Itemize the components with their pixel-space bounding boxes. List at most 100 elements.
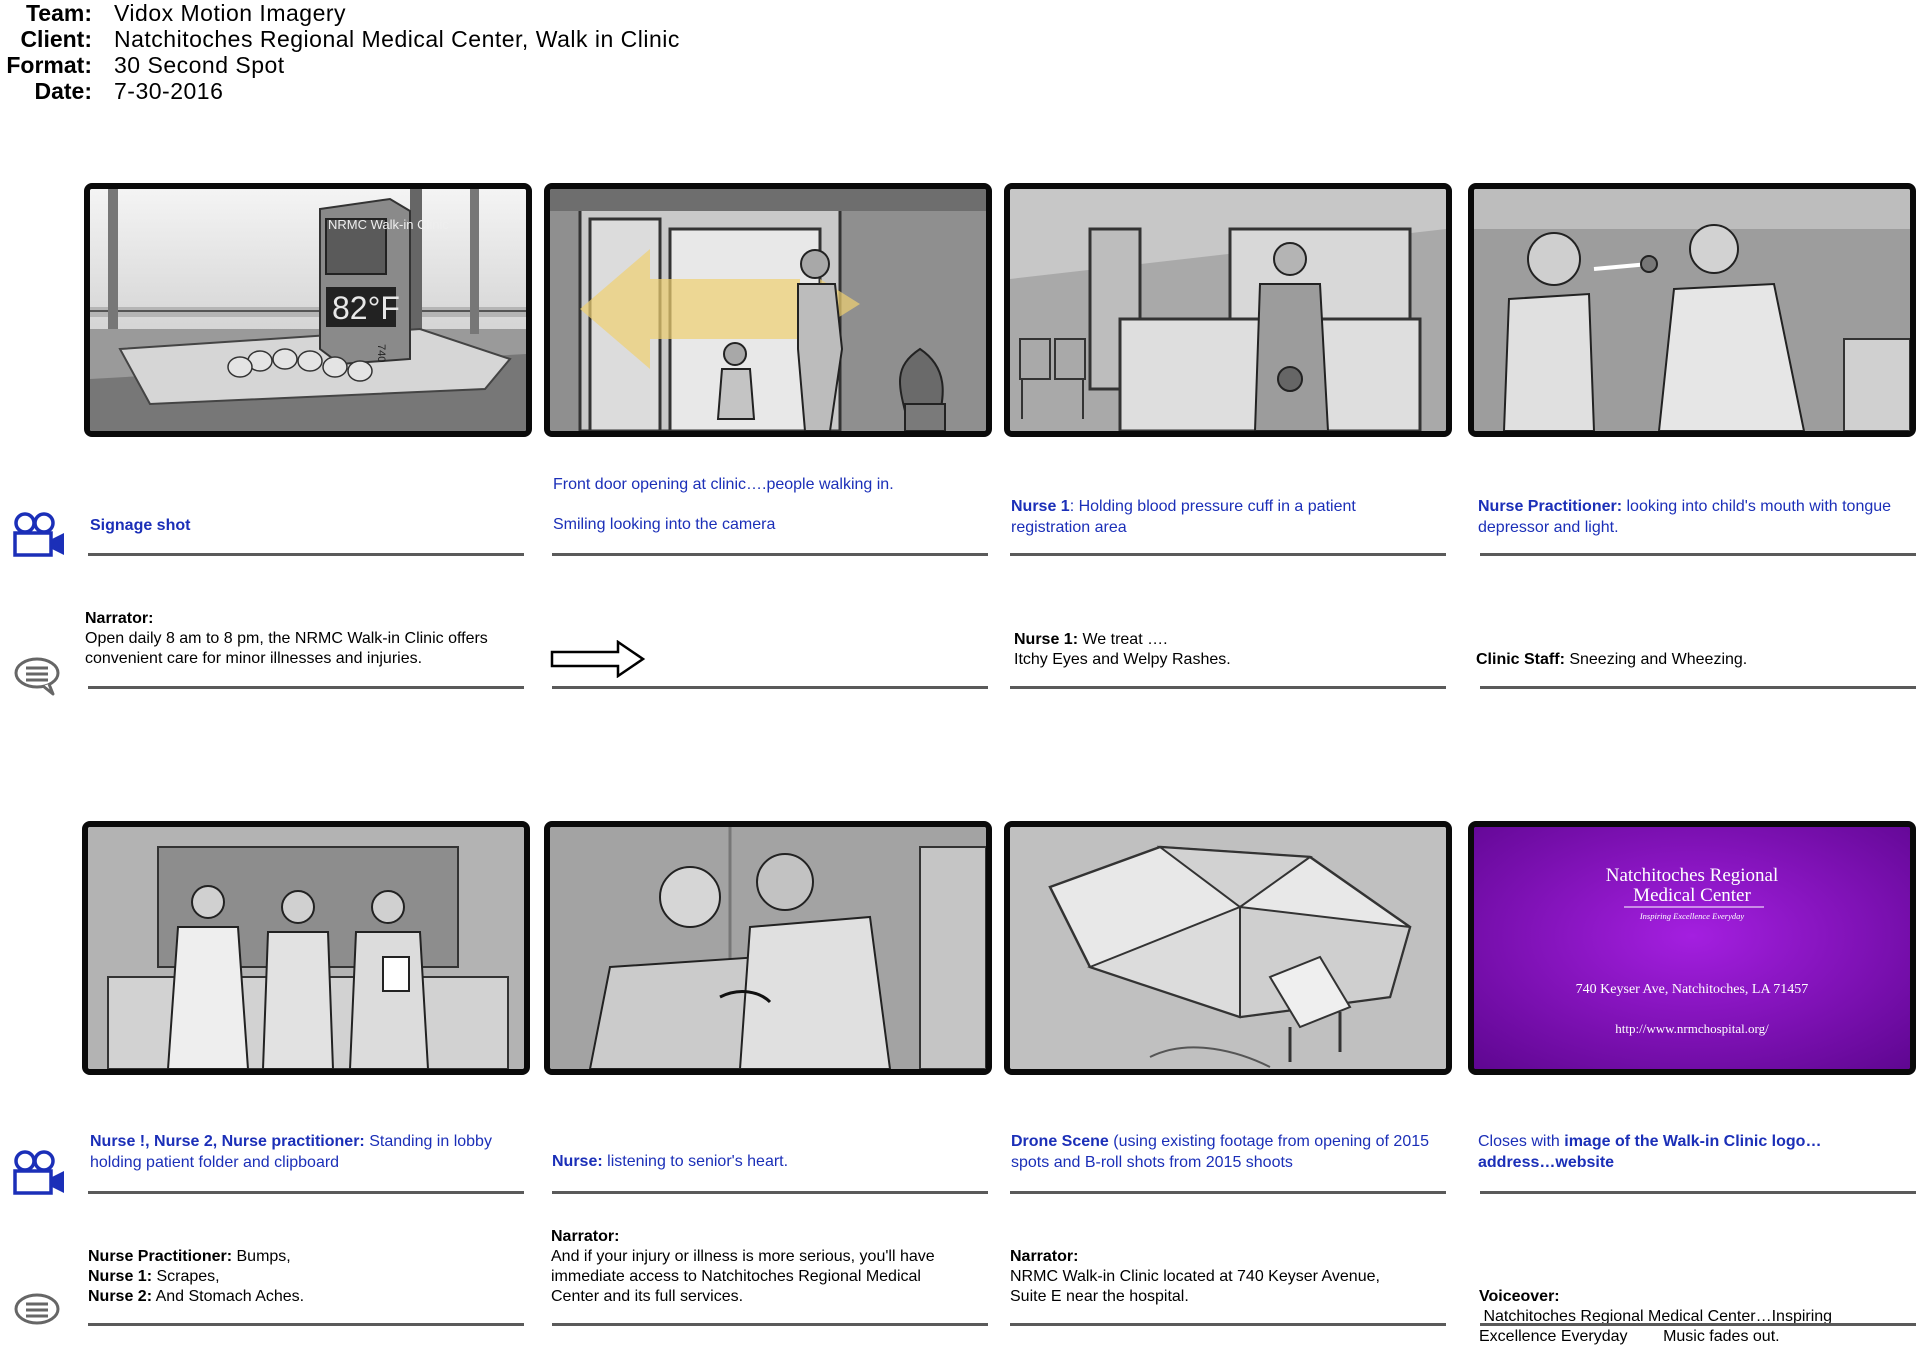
- panel-6-shot-text: listening to senior's heart.: [602, 1153, 789, 1170]
- panel-5-dialog-text-3: And Stomach Aches.: [152, 1288, 305, 1305]
- panel-3-dialog-rule: [1010, 686, 1446, 689]
- panel-1-dialog: Narrator: Open daily 8 am to 8 pm, the N…: [85, 609, 505, 669]
- client-label: Client:: [20, 26, 92, 52]
- panel-6-shot-bold: Nurse:: [552, 1153, 603, 1170]
- panel-1-dialog-rule: [88, 686, 524, 689]
- panel-7-dialog-rule: [1010, 1323, 1446, 1326]
- panel-8-shot-caption: Closes with image of the Walk-in Clinic …: [1478, 1131, 1898, 1173]
- date-label: Date:: [34, 78, 92, 104]
- panel-6-dialog-speaker: Narrator:: [551, 1228, 620, 1245]
- panel-6-dialog: Narrator: And if your injury or illness …: [551, 1227, 936, 1307]
- registration-illustration: [1010, 189, 1446, 431]
- front-door-illustration: [550, 189, 986, 431]
- panel-8-shot-rule: [1480, 1191, 1916, 1194]
- storyboard-panel-7-drone: [1004, 821, 1452, 1075]
- panel-7-dialog: Narrator: NRMC Walk-in Clinic located at…: [1010, 1247, 1380, 1307]
- promo-tagline: Inspiring Excellence Everyday: [1639, 911, 1745, 921]
- drone-illustration: [1010, 827, 1446, 1069]
- promo-address: 740 Keyser Ave, Natchitoches, LA 71457: [1576, 982, 1809, 997]
- promo-title-line2: Medical Center: [1633, 885, 1751, 906]
- panel-2-dialog-rule: [552, 686, 988, 689]
- panel-3-dialog: Nurse 1: We treat …. Itchy Eyes and Welp…: [1014, 630, 1434, 670]
- panel-5-dialog-text-2: Scrapes,: [152, 1268, 220, 1285]
- panel-5-dialog-rule: [88, 1323, 524, 1326]
- panel-4-dialog-rule: [1480, 686, 1916, 689]
- speech-bubble-icon: [14, 657, 60, 696]
- panel-4-dialog-speaker: Clinic Staff:: [1476, 651, 1565, 668]
- panel-1-shot-rule: [88, 553, 524, 556]
- panel-2-shot-line2: Smiling looking into the camera: [553, 516, 776, 533]
- panel-8-dialog: Voiceover: Natchitoches Regional Medical…: [1479, 1247, 1889, 1347]
- video-camera-icon: [13, 1150, 64, 1195]
- date-row: Date: 7-30-2016: [0, 78, 1000, 105]
- storyboard-panel-1-signage: NRMC Walk-in Clinic 82°F 740: [84, 183, 532, 437]
- panel-7-shot-rule: [1010, 1191, 1446, 1194]
- panel-6-dialog-rule: [552, 1323, 988, 1326]
- panel-1-shot-bold: Signage shot: [90, 517, 191, 534]
- client-row: Client: Natchitoches Regional Medical Ce…: [0, 26, 1000, 53]
- panel-4-shot-bold: Nurse Practitioner:: [1478, 498, 1623, 515]
- panel-8-dialog-speaker: Voiceover:: [1479, 1288, 1560, 1305]
- video-camera-icon: [13, 512, 64, 557]
- panel-3-dialog-text: We treat ….: [1078, 631, 1168, 648]
- panel-7-shot-bold: Drone Scene: [1011, 1133, 1109, 1150]
- panel-4-dialog-text: Sneezing and Wheezing.: [1564, 651, 1748, 668]
- storyboard-panel-4-nurse-practitioner: [1468, 183, 1916, 437]
- panel-6-shot-caption: Nurse: listening to senior's heart.: [552, 1151, 992, 1172]
- panel-5-dialog-speaker-1: Nurse Practitioner:: [88, 1248, 233, 1265]
- storyboard-panel-6-senior: [544, 821, 992, 1075]
- panel-3-dialog-speaker: Nurse 1:: [1014, 631, 1079, 648]
- panel-3-dialog-line2: Itchy Eyes and Welpy Rashes.: [1014, 651, 1231, 668]
- panel-3-shot-rule: [1010, 553, 1446, 556]
- date-value: 7-30-2016: [114, 78, 224, 104]
- storyboard-panel-3-registration: [1004, 183, 1452, 437]
- panel-1-shot-caption: Signage shot: [90, 515, 530, 536]
- senior-illustration: [550, 827, 986, 1069]
- panel-5-dialog-text-1: Bumps,: [232, 1248, 291, 1265]
- staff-illustration: [88, 827, 524, 1069]
- format-value: 30 Second Spot: [114, 52, 285, 78]
- promo-url: http://www.nrmchospital.org/: [1615, 1021, 1769, 1036]
- panel-1-dialog-text: Open daily 8 am to 8 pm, the NRMC Walk-i…: [85, 630, 488, 667]
- panel-6-shot-rule: [552, 1191, 988, 1194]
- promo-title-line1: Natchitoches Regional: [1606, 865, 1779, 886]
- sign-title: NRMC Walk-in Clinic: [328, 217, 449, 232]
- panel-8-dialog-rule: [1480, 1323, 1916, 1326]
- panel-2-shot-line1: Front door opening at clinic….people wal…: [553, 476, 894, 493]
- panel-2-shot-rule: [552, 553, 988, 556]
- logo-card: Natchitoches Regional Medical Center Ins…: [1474, 827, 1910, 1069]
- format-row: Format: 30 Second Spot: [0, 52, 1000, 79]
- panel-7-dialog-speaker: Narrator:: [1010, 1248, 1079, 1265]
- format-label: Format:: [6, 52, 92, 78]
- team-label: Team:: [25, 0, 92, 26]
- panel-5-dialog-speaker-3: Nurse 2:: [88, 1288, 153, 1305]
- panel-3-shot-caption: Nurse 1: Holding blood pressure cuff in …: [1011, 496, 1431, 538]
- panel-7-dialog-text: NRMC Walk-in Clinic located at 740 Keyse…: [1010, 1268, 1380, 1305]
- panel-5-dialog: Nurse Practitioner: Bumps, Nurse 1: Scra…: [88, 1247, 508, 1307]
- sign-number: 740: [375, 344, 387, 362]
- panel-1-dialog-speaker: Narrator:: [85, 610, 154, 627]
- panel-4-shot-rule: [1480, 553, 1916, 556]
- storyboard-panel-8-logo-card: Natchitoches Regional Medical Center Ins…: [1468, 821, 1916, 1075]
- panel-5-dialog-speaker-2: Nurse 1:: [88, 1268, 153, 1285]
- panel-5-shot-caption: Nurse !, Nurse 2, Nurse practitioner: St…: [90, 1131, 520, 1173]
- panel-4-shot-caption: Nurse Practitioner: looking into child's…: [1478, 496, 1898, 538]
- team-row: Team: Vidox Motion Imagery: [0, 0, 1000, 27]
- panel-6-dialog-text: And if your injury or illness is more se…: [551, 1248, 935, 1305]
- sign-temperature: 82°F: [332, 290, 400, 326]
- examination-illustration: [1474, 189, 1910, 431]
- panel-7-shot-caption: Drone Scene (using existing footage from…: [1011, 1131, 1431, 1173]
- panel-2-shot-caption: Front door opening at clinic….people wal…: [553, 474, 993, 535]
- storyboard-panel-2-front-door: [544, 183, 992, 437]
- panel-5-shot-rule: [88, 1191, 524, 1194]
- speech-bubble-icon: [14, 1293, 60, 1325]
- panel-4-dialog: Clinic Staff: Sneezing and Wheezing.: [1476, 650, 1896, 670]
- team-value: Vidox Motion Imagery: [114, 0, 347, 26]
- panel-5-shot-bold: Nurse !, Nurse 2, Nurse practitioner:: [90, 1133, 365, 1150]
- panel-8-shot-text: Closes with: [1478, 1133, 1565, 1150]
- panel-3-shot-bold: Nurse 1: [1011, 498, 1070, 515]
- signage-illustration: NRMC Walk-in Clinic 82°F 740: [90, 189, 526, 431]
- right-arrow-icon: [550, 640, 646, 678]
- client-value: Natchitoches Regional Medical Center, Wa…: [114, 26, 680, 52]
- storyboard-panel-5-staff: [82, 821, 530, 1075]
